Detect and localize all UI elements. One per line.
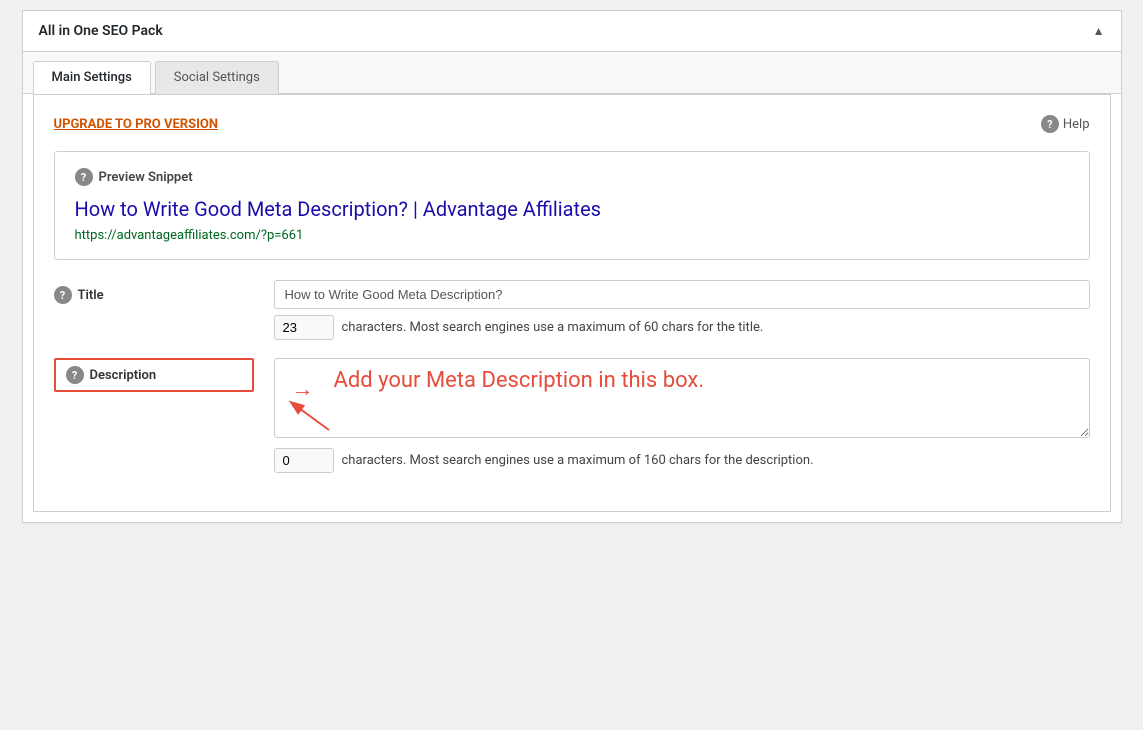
plugin-title: All in One SEO Pack: [39, 23, 163, 39]
desc-char-count: [274, 448, 334, 473]
preview-label: ? Preview Snippet: [75, 168, 1069, 186]
preview-url: https://advantageaffiliates.com/?p=661: [75, 228, 1069, 243]
upgrade-bar: UPGRADE TO PRO VERSION ? Help: [54, 115, 1090, 133]
desc-char-note: characters. Most search engines use a ma…: [342, 453, 814, 468]
title-char-count-row: characters. Most search engines use a ma…: [274, 315, 1090, 340]
desc-question-icon: ?: [66, 366, 84, 384]
preview-question-icon: ?: [75, 168, 93, 186]
desc-char-count-row: characters. Most search engines use a ma…: [274, 448, 1090, 473]
title-question-icon: ?: [54, 286, 72, 304]
help-label: Help: [1063, 117, 1090, 132]
preview-title[interactable]: How to Write Good Meta Description? | Ad…: [75, 196, 1069, 222]
description-label: ? Description: [54, 358, 254, 392]
title-form-row: ? Title characters. Most search engines …: [54, 280, 1090, 340]
collapse-icon[interactable]: ▲: [1093, 24, 1105, 38]
tabs-row: Main Settings Social Settings: [23, 52, 1121, 94]
description-input[interactable]: [274, 358, 1090, 438]
help-icon: ?: [1041, 115, 1059, 133]
title-char-note: characters. Most search engines use a ma…: [342, 320, 764, 335]
plugin-container: All in One SEO Pack ▲ Main Settings Soci…: [22, 10, 1122, 523]
title-char-count: [274, 315, 334, 340]
content-area: UPGRADE TO PRO VERSION ? Help ? Preview …: [33, 94, 1111, 512]
description-form-row: ? Description Add your Meta Description …: [54, 358, 1090, 473]
description-field-group: Add your Meta Description in this box. →…: [274, 358, 1090, 473]
title-input[interactable]: [274, 280, 1090, 309]
upgrade-link[interactable]: UPGRADE TO PRO VERSION: [54, 117, 219, 132]
title-label: ? Title: [54, 280, 254, 304]
tab-main-settings[interactable]: Main Settings: [33, 61, 151, 94]
plugin-header: All in One SEO Pack ▲: [23, 11, 1121, 52]
preview-box: ? Preview Snippet How to Write Good Meta…: [54, 151, 1090, 260]
title-field-group: characters. Most search engines use a ma…: [274, 280, 1090, 340]
tab-social-settings[interactable]: Social Settings: [155, 61, 279, 94]
help-button[interactable]: ? Help: [1041, 115, 1090, 133]
